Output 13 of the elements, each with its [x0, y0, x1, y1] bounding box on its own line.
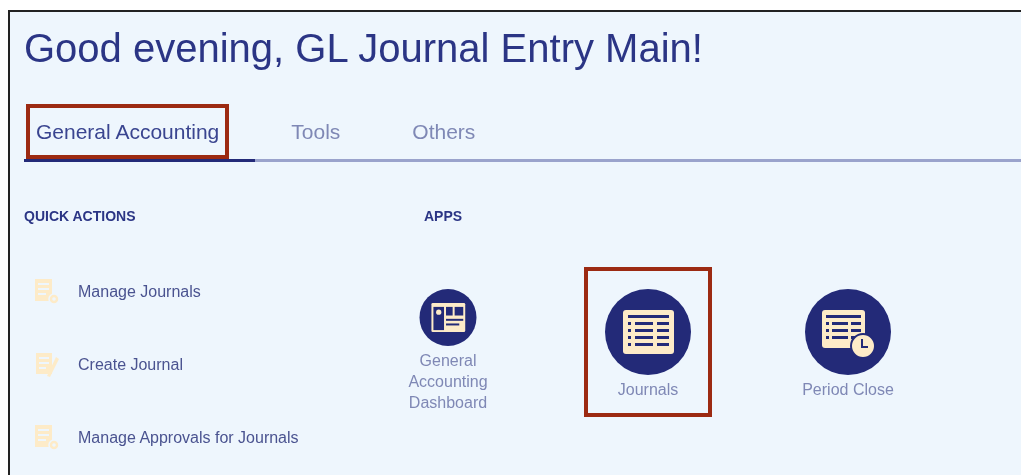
tab[interactable]: Tools	[255, 104, 377, 162]
section-heading: QUICK ACTIONS	[24, 207, 137, 226]
table-icon[interactable]	[605, 289, 691, 375]
section-heading: APPS	[424, 207, 464, 226]
app-tile[interactable]: Period Close	[784, 267, 912, 417]
tab[interactable]: Others	[376, 104, 512, 162]
quick-action-link[interactable]: Manage Approvals for Journals	[34, 425, 424, 451]
greeting-title: Good evening, GL Journal Entry Main!	[24, 25, 704, 72]
table-clock-icon[interactable]	[805, 289, 891, 375]
document-gear-icon	[34, 424, 60, 452]
document-gear-icon	[34, 278, 60, 306]
app-tile[interactable]: Journals	[584, 267, 712, 417]
document-pencil-icon	[34, 351, 60, 379]
